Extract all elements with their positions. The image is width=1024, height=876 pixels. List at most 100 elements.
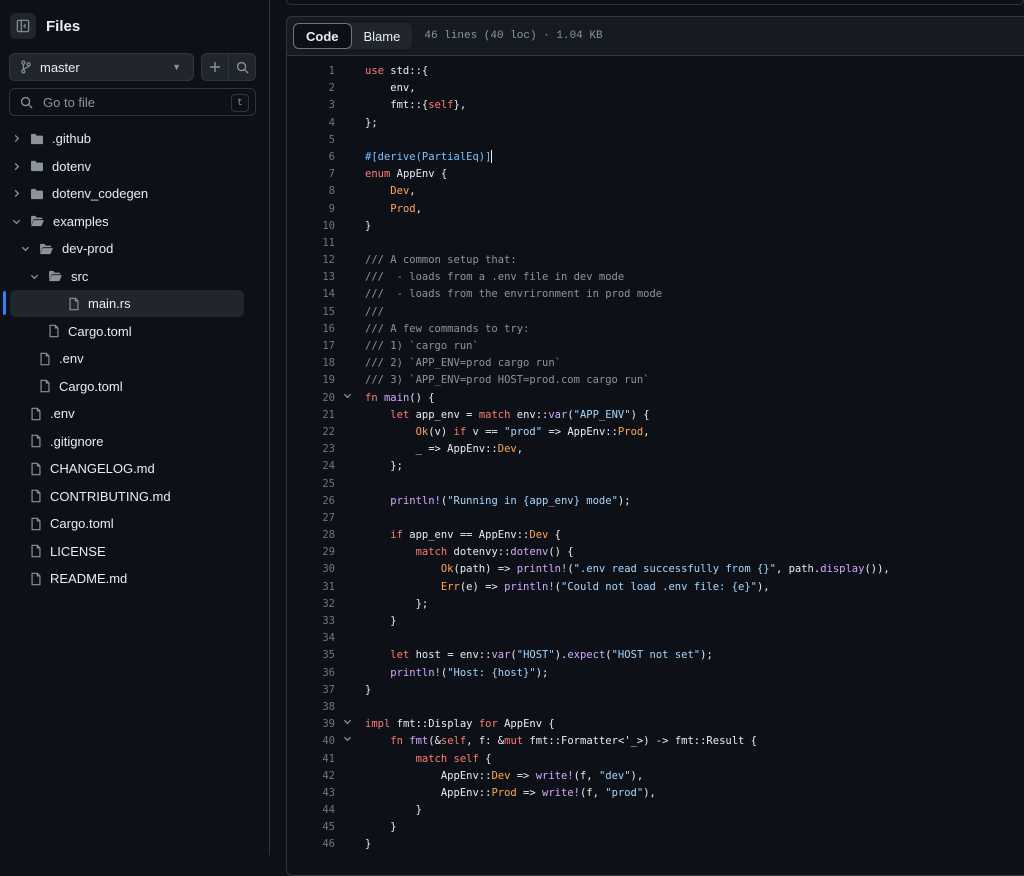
tree-folder[interactable]: dotenv_codegen bbox=[0, 180, 260, 207]
line-number[interactable]: 35 bbox=[295, 647, 335, 664]
line-number[interactable]: 11 bbox=[295, 235, 335, 252]
code-line: 44 } bbox=[287, 802, 1024, 819]
code-text: }; bbox=[365, 116, 378, 129]
tree-item-label: CONTRIBUTING.md bbox=[50, 488, 171, 504]
line-number[interactable]: 36 bbox=[295, 665, 335, 682]
line-number[interactable]: 21 bbox=[295, 407, 335, 424]
line-number[interactable]: 18 bbox=[295, 355, 335, 372]
line-number[interactable]: 42 bbox=[295, 768, 335, 785]
tree-file[interactable]: LICENSE bbox=[0, 538, 260, 565]
line-number[interactable]: 22 bbox=[295, 424, 335, 441]
code-text: Err(e) => println!("Could not load .env … bbox=[440, 580, 770, 593]
fold-chevron-icon[interactable] bbox=[343, 390, 352, 407]
line-number[interactable]: 43 bbox=[295, 785, 335, 802]
branch-selector[interactable]: master ▼ bbox=[9, 53, 194, 81]
line-number[interactable]: 10 bbox=[295, 218, 335, 235]
collapse-sidebar-button[interactable] bbox=[10, 13, 36, 39]
fold-chevron-icon[interactable] bbox=[343, 716, 352, 733]
line-number[interactable]: 29 bbox=[295, 544, 335, 561]
code-view[interactable]: 1 use std::{2 env, 3 fmt::{self}, 4}; 5 6 #[de… bbox=[287, 63, 1024, 854]
line-number[interactable]: 5 bbox=[295, 132, 335, 149]
line-number[interactable]: 9 bbox=[295, 201, 335, 218]
go-to-file-field[interactable]: t bbox=[9, 88, 256, 116]
fold-chevron-icon[interactable] bbox=[343, 733, 352, 750]
line-number[interactable]: 38 bbox=[295, 699, 335, 716]
line-number[interactable]: 28 bbox=[295, 527, 335, 544]
tree-file[interactable]: README.md bbox=[0, 565, 260, 592]
sidebar-title: Files bbox=[46, 17, 81, 35]
line-number[interactable]: 25 bbox=[295, 476, 335, 493]
line-number[interactable]: 6 bbox=[295, 149, 335, 166]
code-line: 26 println!("Running in {app_env} mode")… bbox=[287, 493, 1024, 510]
line-number[interactable]: 2 bbox=[295, 80, 335, 97]
tree-folder[interactable]: .github bbox=[0, 125, 260, 152]
line-number[interactable]: 8 bbox=[295, 183, 335, 200]
tree-file[interactable]: Cargo.toml bbox=[0, 510, 260, 537]
code-text: } bbox=[365, 219, 372, 232]
tree-file[interactable]: .gitignore bbox=[0, 428, 260, 455]
tree-item-label: .gitignore bbox=[50, 433, 104, 449]
tree-file[interactable]: .env bbox=[0, 345, 260, 372]
file-icon bbox=[30, 489, 42, 503]
line-number[interactable]: 17 bbox=[295, 338, 335, 355]
code-text: /// bbox=[365, 305, 384, 318]
line-number[interactable]: 44 bbox=[295, 802, 335, 819]
line-number[interactable]: 23 bbox=[295, 441, 335, 458]
code-text: fmt::{self}, bbox=[365, 99, 467, 112]
line-number[interactable]: 13 bbox=[295, 269, 335, 286]
line-number[interactable]: 30 bbox=[295, 561, 335, 578]
line-number[interactable]: 7 bbox=[295, 166, 335, 183]
tab-blame[interactable]: Blame bbox=[352, 23, 413, 49]
code-text: } bbox=[365, 683, 372, 696]
search-code-button[interactable] bbox=[229, 54, 255, 80]
line-number[interactable]: 3 bbox=[295, 97, 335, 114]
line-number[interactable]: 32 bbox=[295, 596, 335, 613]
code-line: 12 /// A common setup that: bbox=[287, 252, 1024, 269]
line-number[interactable]: 12 bbox=[295, 252, 335, 269]
go-to-file-input[interactable] bbox=[41, 93, 225, 111]
tree-folder[interactable]: src bbox=[0, 263, 260, 290]
add-file-button[interactable] bbox=[202, 54, 229, 80]
file-stats: 46 lines (40 loc) · 1.04 KB bbox=[424, 30, 603, 42]
line-number[interactable]: 16 bbox=[295, 321, 335, 338]
plus-icon bbox=[210, 62, 220, 72]
line-number[interactable]: 39 bbox=[295, 716, 335, 733]
tree-file[interactable]: CONTRIBUTING.md bbox=[0, 483, 260, 510]
code-text: fn fmt(&self, f: &mut fmt::Formatter<'_>… bbox=[390, 735, 758, 748]
line-number[interactable]: 33 bbox=[295, 613, 335, 630]
tree-folder[interactable]: examples bbox=[0, 208, 260, 235]
line-number[interactable]: 19 bbox=[295, 372, 335, 389]
tree-file[interactable]: Cargo.toml bbox=[0, 318, 260, 345]
line-number[interactable]: 26 bbox=[295, 493, 335, 510]
line-number[interactable]: 27 bbox=[295, 510, 335, 527]
tree-file[interactable]: CHANGELOG.md bbox=[0, 455, 260, 482]
line-number[interactable]: 4 bbox=[295, 115, 335, 132]
line-number[interactable]: 41 bbox=[295, 751, 335, 768]
chevron-down-icon bbox=[28, 272, 40, 281]
tree-file[interactable]: Cargo.toml bbox=[0, 373, 260, 400]
tree-folder[interactable]: dotenv bbox=[0, 153, 260, 180]
code-text: impl fmt::Display for AppEnv { bbox=[365, 718, 555, 731]
line-number[interactable]: 15 bbox=[295, 304, 335, 321]
tree-item-label: dev-prod bbox=[62, 241, 114, 256]
line-number[interactable]: 1 bbox=[295, 63, 335, 80]
tree-file[interactable]: main.rs bbox=[10, 290, 244, 317]
file-viewer: Code Blame 46 lines (40 loc) · 1.04 KB 1… bbox=[286, 16, 1024, 876]
code-line: 21 let app_env = match env::var("APP_ENV… bbox=[287, 407, 1024, 424]
line-number[interactable]: 45 bbox=[295, 819, 335, 836]
tree-item-label: dotenv_codegen bbox=[52, 186, 149, 201]
line-number[interactable]: 46 bbox=[295, 836, 335, 853]
code-text: println!("Running in {app_env} mode"); bbox=[390, 494, 631, 507]
tab-code[interactable]: Code bbox=[293, 23, 352, 49]
line-number[interactable]: 20 bbox=[295, 390, 335, 407]
line-number[interactable]: 40 bbox=[295, 733, 335, 750]
chevron-right-icon bbox=[10, 162, 22, 171]
line-number[interactable]: 37 bbox=[295, 682, 335, 699]
tree-folder[interactable]: dev-prod bbox=[0, 235, 260, 262]
line-number[interactable]: 24 bbox=[295, 458, 335, 475]
line-number[interactable]: 34 bbox=[295, 630, 335, 647]
line-number[interactable]: 14 bbox=[295, 286, 335, 303]
code-text: }; bbox=[365, 460, 403, 473]
tree-file[interactable]: .env bbox=[0, 400, 260, 427]
line-number[interactable]: 31 bbox=[295, 579, 335, 596]
